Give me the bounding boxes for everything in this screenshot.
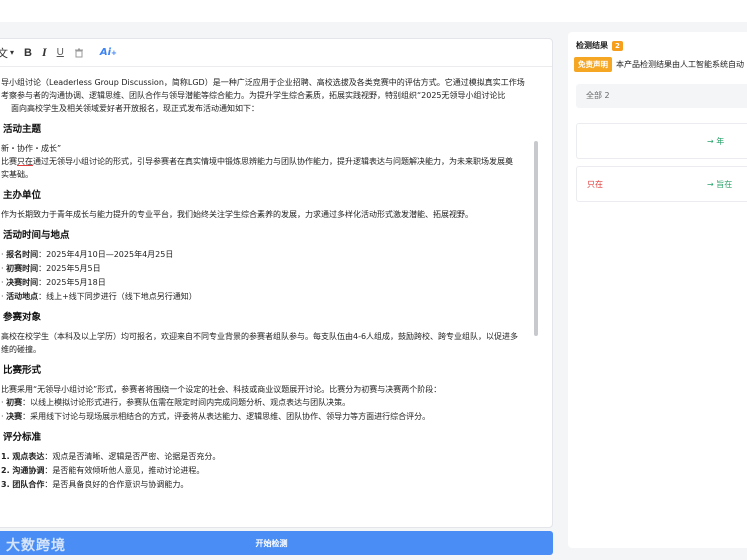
document-content[interactable]: 导小组讨论（Leaderless Group Discussion，简称LGD）…	[0, 69, 544, 527]
list-item: · 活动地点：线上+线下同步进行（线下地点另行通知）	[1, 292, 197, 301]
section-heading-target: 参赛对象	[3, 312, 42, 323]
list-item: · 决赛：采用线下讨论与现场展示相结合的方式，评委将从表达能力、逻辑思维、团队协…	[1, 412, 431, 421]
theme-description: 比赛只在通过无领导小组讨论的形式，引导参赛者在真实情境中锻炼思辨能力与团队协作能…	[1, 156, 536, 167]
text-run: 比赛	[1, 157, 17, 166]
item-label: 3. 团队合作	[1, 480, 45, 489]
item-label: 报名时间	[6, 250, 39, 259]
result-panel: 检测结果 2 免责声明 本产品检测结果由人工智能系统自动 全部 2 → 年 只在…	[568, 32, 747, 548]
item-label: 初赛时间	[6, 264, 39, 273]
target-text: 高校在校学生（本科及以上学历）均可报名，欢迎来自不同专业背景的参赛者组队参与。每…	[1, 332, 519, 341]
disclaimer-badge[interactable]: 免责声明	[574, 57, 612, 72]
result-panel-header: 检测结果 2	[576, 40, 623, 51]
result-count-badge: 2	[612, 40, 623, 51]
disclaimer-row: 免责声明 本产品检测结果由人工智能系统自动	[574, 57, 744, 72]
section-heading-format: 比赛形式	[3, 365, 42, 376]
list-item: · 初赛时间：2025年5月5日	[1, 264, 101, 273]
theme-text: 新・协作・成长”	[1, 144, 62, 153]
chevron-down-icon: ▾	[10, 48, 15, 57]
result-card[interactable]: 只在 → 旨在	[576, 166, 747, 202]
item-label: 初赛	[6, 398, 23, 407]
result-suggestion[interactable]: → 旨在	[707, 179, 732, 190]
item-value: ：以线上模拟讨论形式进行，参赛队伍需在限定时间内完成问题分析、观点表达与团队决策…	[22, 398, 351, 407]
list-item: 2. 沟通协调：是否能有效倾听他人意见，推动讨论进程。	[1, 465, 536, 476]
criteria-list: 1. 观点表达：观点是否清晰、逻辑是否严密、论据是否充分。 2. 沟通协调：是否…	[1, 451, 536, 490]
section-heading-theme: 活动主题	[3, 124, 42, 135]
item-label: 1. 观点表达	[1, 452, 45, 461]
bold-button[interactable]: B	[24, 43, 32, 63]
list-item: · 初赛：以线上模拟讨论形式进行，参赛队伍需在限定时间内完成问题分析、观点表达与…	[1, 398, 351, 407]
organizer-text: 作为长期致力于青年成长与能力提升的专业平台，我们始终关注学生综合素养的发展，力求…	[1, 210, 473, 219]
item-label: 决赛	[6, 412, 23, 421]
result-card[interactable]: → 年	[576, 123, 747, 159]
editor-scrollbar[interactable]	[534, 141, 538, 336]
list-item: 3. 团队合作：是否具备良好的合作意识与协调能力。	[1, 479, 536, 490]
result-original: 只在	[587, 180, 603, 189]
section-heading-time: 活动时间与地点	[3, 230, 70, 241]
disclaimer-text: 本产品检测结果由人工智能系统自动	[616, 60, 744, 69]
font-label: 文	[0, 45, 8, 61]
item-value: ：2025年5月18日	[38, 278, 106, 287]
item-value: ：观点是否清晰、逻辑是否严密、论据是否充分。	[44, 452, 221, 461]
underline-button[interactable]: U	[57, 43, 64, 63]
item-value: ：2025年4月10日—2025年4月25日	[38, 250, 174, 259]
filter-all-tab[interactable]: 全部 2	[586, 90, 610, 101]
section-heading-organizer: 主办单位	[3, 190, 42, 201]
format-text: 比赛采用“无领导小组讨论”形式，参赛者将围绕一个设定的社会、科技或商业议题展开讨…	[1, 385, 442, 394]
result-suggestion[interactable]: → 年	[707, 136, 724, 147]
item-label: 决赛时间	[6, 278, 39, 287]
list-item: · 决赛时间：2025年5月18日	[1, 278, 106, 287]
ai-button[interactable]: Ai +	[100, 43, 117, 63]
intro-line: 考察参与者的沟通协调、逻辑思维、团队合作与领导潜能等综合能力。为提升学生综合素质…	[1, 91, 506, 100]
theme-description-cont: 实基础。	[1, 170, 33, 179]
filter-bar: 全部 2	[576, 84, 747, 108]
target-text: 维的碰撞。	[1, 345, 41, 354]
top-bar	[0, 0, 747, 22]
text-run: 通过无领导小组讨论的形式，引导参赛者在真实情境中锻炼思辨能力与团队协作能力，提升…	[33, 157, 513, 166]
format-list: · 初赛：以线上模拟讨论形式进行，参赛队伍需在限定时间内完成问题分析、观点表达与…	[1, 397, 536, 422]
section-heading-criteria: 评分标准	[3, 432, 42, 443]
watermark-logo: 大数跨境	[6, 538, 66, 554]
item-value: ：2025年5月5日	[38, 264, 101, 273]
flagged-word[interactable]: 只在	[17, 157, 33, 166]
list-item: · 报名时间：2025年4月10日—2025年4月25日	[1, 250, 174, 259]
clear-format-icon[interactable]	[74, 43, 84, 63]
intro-line: 面向高校学生及相关领域爱好者开放报名，现正式发布活动通知如下：	[11, 104, 259, 113]
editor-card: 文▾ B I U Ai+ 导小组讨论（Leaderless Group Disc…	[0, 38, 553, 528]
start-detection-button[interactable]: 开始检测	[0, 531, 553, 555]
font-size-dropdown[interactable]: 文▾	[0, 43, 14, 63]
intro-line: 导小组讨论（Leaderless Group Discussion，简称LGD）…	[1, 78, 525, 87]
sparkle-icon: +	[111, 48, 117, 57]
list-item: 1. 观点表达：观点是否清晰、逻辑是否严密、论据是否充分。	[1, 451, 536, 462]
time-list: · 报名时间：2025年4月10日—2025年4月25日 · 初赛时间：2025…	[1, 249, 536, 302]
item-value: ：采用线下讨论与现场展示相结合的方式，评委将从表达能力、逻辑思维、团队协作、领导…	[22, 412, 431, 421]
item-label: 活动地点	[6, 292, 39, 301]
editor-toolbar: 文▾ B I U Ai+	[0, 39, 552, 67]
result-title: 检测结果	[576, 41, 608, 50]
ai-label: Ai	[99, 47, 112, 58]
item-value: ：线上+线下同步进行（线下地点另行通知）	[38, 292, 197, 301]
item-value: ：是否具备良好的合作意识与协调能力。	[44, 480, 189, 489]
italic-button[interactable]: I	[42, 43, 47, 63]
item-label: 2. 沟通协调	[1, 466, 45, 475]
item-value: ：是否能有效倾听他人意见，推动讨论进程。	[44, 466, 205, 475]
